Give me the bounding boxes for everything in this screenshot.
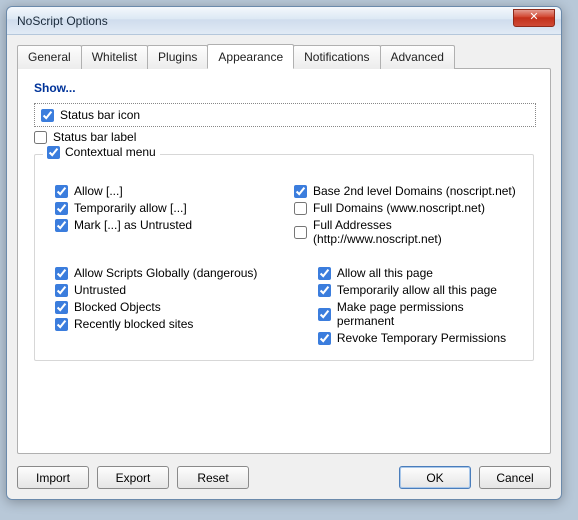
label-mark-untrusted: Mark [...] as Untrusted bbox=[74, 218, 192, 232]
label-status-bar-icon: Status bar icon bbox=[60, 108, 140, 122]
label-revoke-temp: Revoke Temporary Permissions bbox=[337, 331, 506, 345]
show-heading: Show... bbox=[34, 81, 536, 95]
label-base-2nd-domains: Base 2nd level Domains (noscript.net) bbox=[313, 184, 516, 198]
export-button[interactable]: Export bbox=[97, 466, 169, 489]
row-status-bar-icon: Status bar icon bbox=[34, 103, 536, 127]
label-status-bar-label: Status bar label bbox=[53, 130, 136, 144]
spacer bbox=[257, 466, 391, 489]
tab-appearance[interactable]: Appearance bbox=[207, 44, 294, 69]
contextual-legend: Contextual menu bbox=[43, 145, 160, 159]
tab-advanced[interactable]: Advanced bbox=[380, 45, 455, 69]
label-full-addresses: Full Addresses (http://www.noscript.net) bbox=[313, 218, 523, 246]
checkbox-allow-this-page[interactable] bbox=[318, 267, 331, 280]
button-bar: Import Export Reset OK Cancel bbox=[17, 466, 551, 489]
label-temp-allow: Temporarily allow [...] bbox=[74, 201, 187, 215]
checkbox-status-bar-icon[interactable] bbox=[41, 109, 54, 122]
tab-strip: General Whitelist Plugins Appearance Not… bbox=[17, 45, 551, 69]
checkbox-revoke-temp[interactable] bbox=[318, 332, 331, 345]
label-temp-allow-page: Temporarily allow all this page bbox=[337, 283, 497, 297]
contextual-menu-group: Contextual menu Allow [...] Temporarily … bbox=[34, 154, 534, 361]
label-blocked-objects: Blocked Objects bbox=[74, 300, 161, 314]
titlebar: NoScript Options ✕ bbox=[7, 7, 561, 35]
tab-notifications[interactable]: Notifications bbox=[293, 45, 380, 69]
label-contextual-menu: Contextual menu bbox=[65, 145, 156, 159]
tab-whitelist[interactable]: Whitelist bbox=[81, 45, 148, 69]
checkbox-recently-blocked[interactable] bbox=[55, 318, 68, 331]
label-make-permanent: Make page permissions permanent bbox=[337, 300, 523, 328]
checkbox-full-addresses[interactable] bbox=[294, 226, 307, 239]
cancel-button[interactable]: Cancel bbox=[479, 466, 551, 489]
checkbox-allow[interactable] bbox=[55, 185, 68, 198]
import-button[interactable]: Import bbox=[17, 466, 89, 489]
tab-plugins[interactable]: Plugins bbox=[147, 45, 208, 69]
label-full-domains: Full Domains (www.noscript.net) bbox=[313, 201, 485, 215]
checkbox-allow-global[interactable] bbox=[55, 267, 68, 280]
close-button[interactable]: ✕ bbox=[513, 9, 555, 27]
label-untrusted: Untrusted bbox=[74, 283, 126, 297]
dialog-window: NoScript Options ✕ General Whitelist Plu… bbox=[6, 6, 562, 500]
close-icon: ✕ bbox=[529, 12, 538, 23]
window-title: NoScript Options bbox=[17, 14, 108, 28]
checkbox-status-bar-label[interactable] bbox=[34, 131, 47, 144]
row-status-bar-label: Status bar label bbox=[34, 130, 536, 144]
tab-panel-appearance: Show... Status bar icon Status bar label… bbox=[17, 68, 551, 454]
checkbox-full-domains[interactable] bbox=[294, 202, 307, 215]
checkbox-blocked-objects[interactable] bbox=[55, 301, 68, 314]
reset-button[interactable]: Reset bbox=[177, 466, 249, 489]
label-allow-this-page: Allow all this page bbox=[337, 266, 433, 280]
label-allow: Allow [...] bbox=[74, 184, 123, 198]
label-allow-global: Allow Scripts Globally (dangerous) bbox=[74, 266, 257, 280]
checkbox-contextual-menu[interactable] bbox=[47, 146, 60, 159]
ok-button[interactable]: OK bbox=[399, 466, 471, 489]
label-recently-blocked: Recently blocked sites bbox=[74, 317, 193, 331]
checkbox-temp-allow-page[interactable] bbox=[318, 284, 331, 297]
tab-general[interactable]: General bbox=[17, 45, 82, 69]
client-area: General Whitelist Plugins Appearance Not… bbox=[7, 35, 561, 499]
checkbox-mark-untrusted[interactable] bbox=[55, 219, 68, 232]
checkbox-make-permanent[interactable] bbox=[318, 308, 331, 321]
checkbox-base-2nd-domains[interactable] bbox=[294, 185, 307, 198]
checkbox-untrusted[interactable] bbox=[55, 284, 68, 297]
checkbox-temp-allow[interactable] bbox=[55, 202, 68, 215]
